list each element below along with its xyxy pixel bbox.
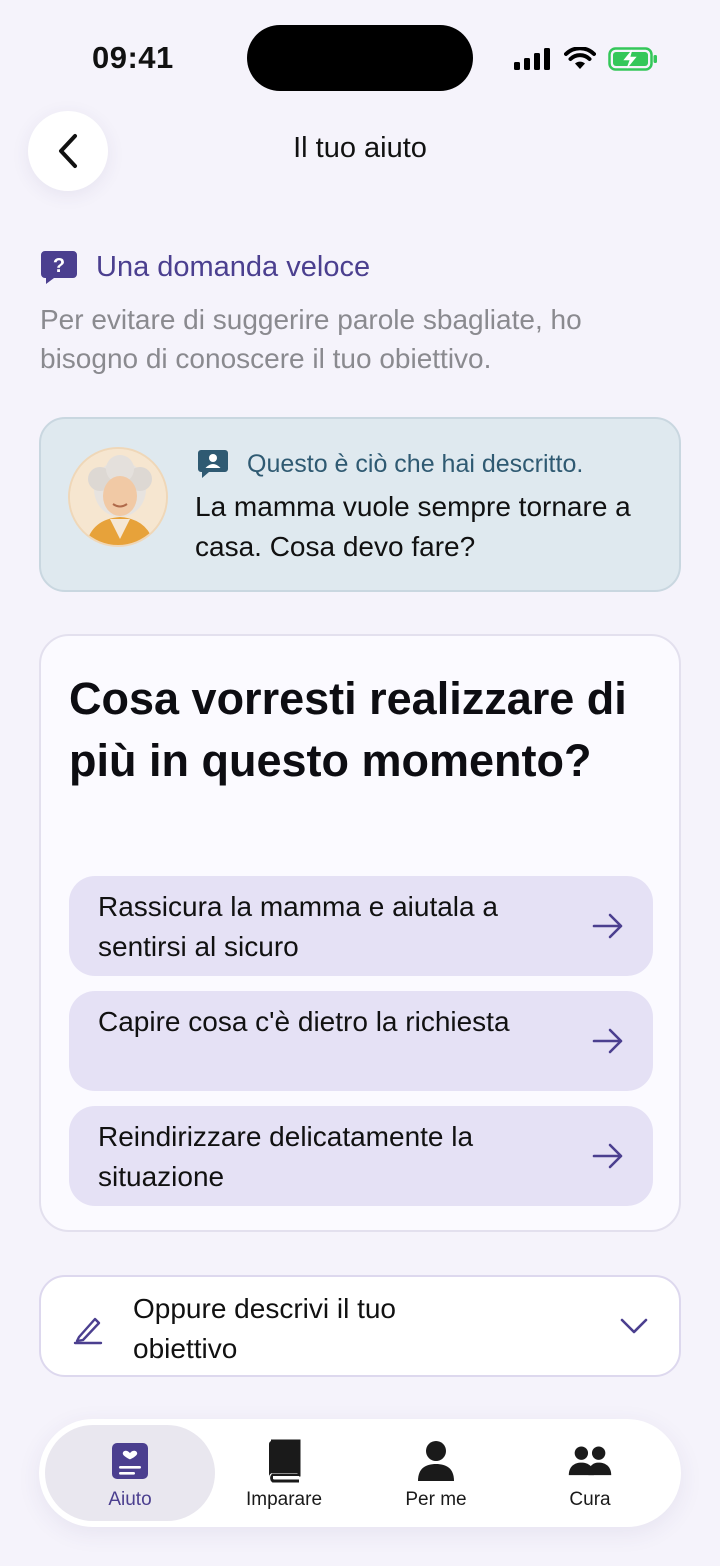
- book-icon: [268, 1439, 301, 1483]
- status-time: 09:41: [92, 40, 174, 75]
- goal-question: Cosa vorresti realizzare di più in quest…: [69, 673, 627, 786]
- svg-text:?: ?: [53, 255, 65, 277]
- tab-label: Imparare: [245, 1489, 323, 1510]
- question-header: ? Una domanda veloce: [40, 248, 370, 286]
- goal-option-label: Reindirizzare delicatamente la situazion…: [98, 1121, 474, 1192]
- help-card-icon: [112, 1443, 148, 1479]
- goal-option-redirect[interactable]: Reindirizzare delicatamente la situazion…: [69, 1106, 653, 1206]
- tab-per-me[interactable]: Per me: [356, 1425, 516, 1521]
- described-text: La mamma vuole sempre tornare a casa. Co…: [195, 491, 631, 562]
- question-title: Una domanda veloce: [96, 250, 371, 283]
- tab-aiuto[interactable]: Aiuto: [45, 1425, 215, 1521]
- arrow-right-icon: [592, 1028, 623, 1054]
- goal-option-label: Capire cosa c'è dietro la richiesta: [98, 1006, 510, 1037]
- status-icons: [514, 44, 658, 74]
- question-subtitle: Per evitare di suggerire parole sbagliat…: [40, 304, 582, 374]
- battery-icon: [608, 47, 657, 71]
- person-bubble-icon: [198, 450, 228, 478]
- signal-icon: [514, 48, 550, 70]
- goal-option-understand[interactable]: Capire cosa c'è dietro la richiesta: [69, 991, 653, 1091]
- people-icon: [568, 1446, 612, 1476]
- tab-label: Cura: [569, 1489, 611, 1510]
- chevron-down-icon: [620, 1318, 648, 1334]
- goal-card: Cosa vorresti realizzare di più in quest…: [39, 634, 681, 1232]
- described-label-row: Questo è ciò che hai descritto.: [197, 449, 583, 479]
- tab-label: Aiuto: [108, 1489, 152, 1510]
- page-title: Il tuo aiuto: [293, 132, 427, 164]
- tab-imparare[interactable]: Imparare: [204, 1425, 364, 1521]
- described-label: Questo è ciò che hai descritto.: [247, 449, 584, 478]
- elderly-woman-avatar-icon: [70, 449, 166, 545]
- describe-goal-label: Oppure descrivi il tuo obiettivo: [133, 1293, 397, 1364]
- avatar: [68, 447, 168, 547]
- goal-option-reassure[interactable]: Rassicura la mamma e aiutala a sentirsi …: [69, 876, 653, 976]
- wifi-icon: [564, 47, 596, 69]
- tab-label: Per me: [405, 1489, 467, 1510]
- person-icon: [418, 1441, 454, 1481]
- status-bar: 09:41: [0, 0, 720, 110]
- pencil-icon: [73, 1317, 103, 1345]
- question-bubble-icon: ?: [41, 251, 77, 284]
- tab-cura[interactable]: Cura: [510, 1425, 670, 1521]
- describe-goal-button[interactable]: Oppure descrivi il tuo obiettivo: [39, 1275, 681, 1377]
- tab-bar: Aiuto Imparare Per me Cura: [39, 1419, 681, 1527]
- arrow-right-icon: [592, 1143, 623, 1169]
- described-card: Questo è ciò che hai descritto. La mamma…: [39, 417, 681, 592]
- goal-option-label: Rassicura la mamma e aiutala a sentirsi …: [98, 891, 498, 962]
- dynamic-island: [247, 25, 473, 91]
- arrow-right-icon: [592, 913, 623, 939]
